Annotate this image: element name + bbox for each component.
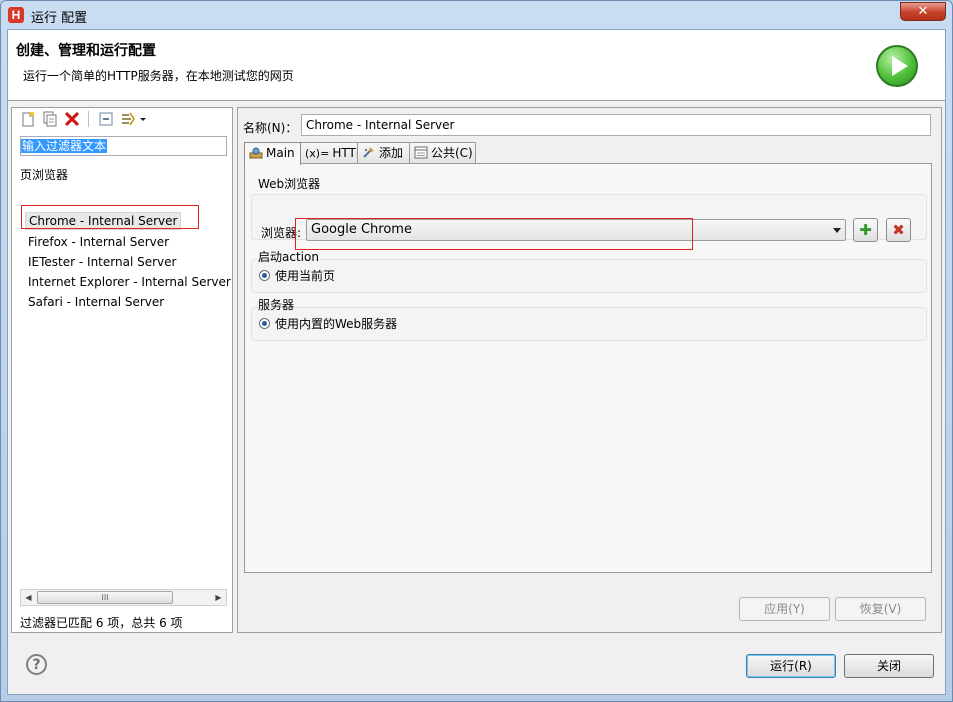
app-logo-icon: H: [8, 7, 24, 23]
collapse-all-icon[interactable]: [98, 111, 114, 127]
header-subtitle: 运行一个简单的HTTP服务器，在本地测试您的网页: [23, 69, 294, 83]
filter-icon[interactable]: [120, 111, 136, 127]
tab-main-label: Main: [266, 146, 295, 160]
run-configuration-window: H 运行 配置 ✕ 创建、管理和运行配置 运行一个简单的HTTP服务器，在本地测…: [0, 0, 953, 702]
tree-item-ietester[interactable]: IETester - Internal Server: [25, 253, 179, 271]
dialog-client-area: 创建、管理和运行配置 运行一个简单的HTTP服务器，在本地测试您的网页 输入过滤…: [7, 29, 946, 695]
server-group-label: 服务器: [258, 298, 295, 312]
header-title: 创建、管理和运行配置: [16, 43, 156, 59]
tab-add-label: 添加: [379, 146, 404, 160]
add-tab-icon: [362, 144, 376, 164]
configuration-list-panel: 输入过滤器文本 页浏览器 Chrome - Internal Server Fi…: [11, 107, 233, 633]
apply-button[interactable]: 应用(Y): [739, 597, 830, 621]
tree-item-safari[interactable]: Safari - Internal Server: [25, 293, 167, 311]
launch-action-group: [251, 259, 927, 293]
toolbar-separator: [88, 111, 89, 127]
run-button[interactable]: 运行(R): [746, 654, 836, 678]
filter-status-text: 过滤器已匹配 6 项，总共 6 项: [20, 616, 183, 630]
common-tab-icon: [414, 144, 428, 164]
close-window-button[interactable]: ✕: [900, 2, 946, 21]
dialog-header: 创建、管理和运行配置 运行一个简单的HTTP服务器，在本地测试您的网页: [8, 30, 945, 101]
tree-item-internet-explorer[interactable]: Internet Explorer - Internal Server: [25, 273, 234, 291]
name-field[interactable]: Chrome - Internal Server: [301, 114, 931, 136]
tab-add[interactable]: 添加: [357, 142, 410, 164]
revert-button[interactable]: 恢复(V): [835, 597, 926, 621]
scroll-right-icon[interactable]: ▶: [211, 590, 226, 605]
name-label: 名称(N)：: [243, 121, 298, 135]
horizontal-scrollbar[interactable]: ◀ III ▶: [20, 589, 227, 606]
tab-common-label: 公共(C): [431, 146, 473, 160]
use-current-page-label: 使用当前页: [275, 269, 336, 283]
title-bar: H 运行 配置 ✕: [1, 1, 952, 29]
use-builtin-server-label: 使用内置的Web服务器: [275, 317, 398, 331]
add-browser-button[interactable]: ✚: [853, 218, 878, 242]
new-config-icon[interactable]: [20, 111, 36, 127]
scroll-thumb[interactable]: III: [37, 591, 173, 604]
close-button[interactable]: 关闭: [844, 654, 934, 678]
radio-checked-icon: [259, 318, 270, 329]
web-browser-group-label: Web浏览器: [258, 177, 321, 191]
filter-placeholder-text: 输入过滤器文本: [21, 139, 108, 153]
browser-select-value: Google Chrome: [311, 222, 412, 237]
tab-common[interactable]: 公共(C): [409, 142, 476, 164]
use-current-page-radio[interactable]: 使用当前页: [259, 268, 335, 284]
help-icon[interactable]: ?: [26, 654, 47, 675]
tree-item-firefox[interactable]: Firefox - Internal Server: [25, 233, 172, 251]
chevron-down-icon: [833, 228, 841, 233]
tab-http[interactable]: (x)= HTTP: [300, 142, 363, 164]
run-banner-icon: [876, 45, 918, 87]
launch-action-group-label: 启动action: [258, 250, 319, 264]
main-tab-icon: [249, 144, 263, 164]
tree-category-web-browser[interactable]: 页浏览器: [20, 166, 68, 183]
scroll-left-icon[interactable]: ◀: [21, 590, 36, 605]
use-builtin-server-radio[interactable]: 使用内置的Web服务器: [259, 316, 397, 332]
tab-main[interactable]: Main: [244, 142, 301, 165]
browser-select[interactable]: Google Chrome: [306, 219, 846, 241]
configuration-detail-panel: 名称(N)： Chrome - Internal Server Main (x)…: [237, 107, 942, 633]
configure-browser-button[interactable]: ✖: [886, 218, 911, 242]
http-tab-icon: (x)=: [305, 147, 330, 160]
delete-icon[interactable]: [64, 111, 80, 127]
window-title: 运行 配置: [31, 11, 88, 26]
dropdown-arrow-icon[interactable]: [138, 111, 148, 127]
filter-input[interactable]: 输入过滤器文本: [20, 136, 227, 156]
duplicate-icon[interactable]: [42, 111, 58, 127]
tree-item-chrome[interactable]: Chrome - Internal Server: [25, 212, 182, 230]
browser-label: 浏览器:: [261, 226, 302, 240]
radio-checked-icon: [259, 270, 270, 281]
